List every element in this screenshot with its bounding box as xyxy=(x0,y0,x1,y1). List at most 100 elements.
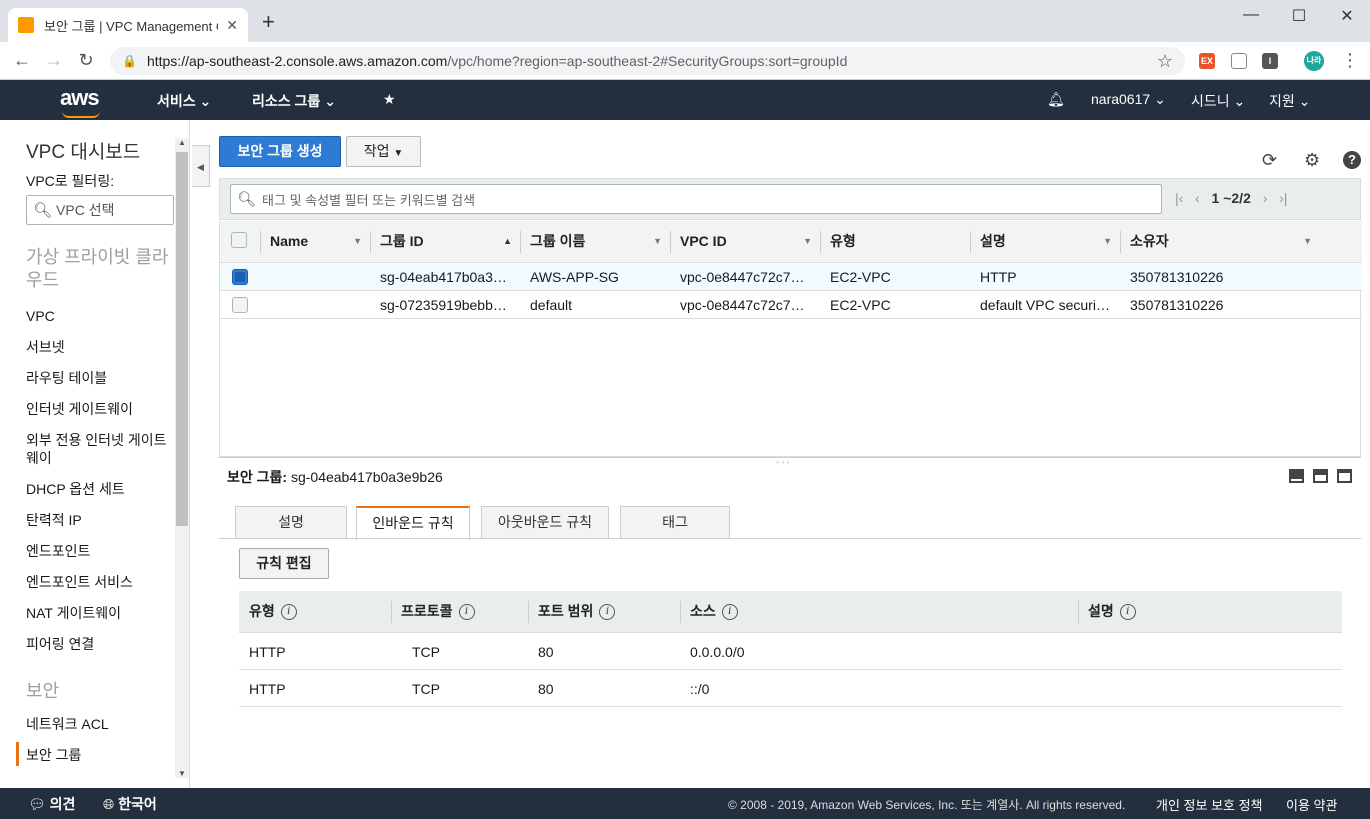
select-all-checkbox[interactable] xyxy=(231,232,247,248)
prev-page-icon[interactable]: ‹ xyxy=(1195,190,1200,206)
table-row[interactable]: sg-07235919bebb0f1a2 default vpc-0e8447c… xyxy=(220,291,1362,319)
row-checkbox[interactable] xyxy=(232,297,248,313)
collapse-sidebar-button[interactable]: ◀ xyxy=(192,145,210,187)
info-icon[interactable]: i xyxy=(721,604,738,621)
scroll-down-icon[interactable]: ▼ xyxy=(178,769,186,778)
edit-rules-button[interactable]: 규칙 편집 xyxy=(239,548,329,579)
new-tab-button[interactable]: + xyxy=(262,11,275,33)
maximize-button[interactable]: ☐ xyxy=(1284,6,1314,26)
extension-i-icon[interactable]: I xyxy=(1262,53,1278,69)
sidebar-item-endpoint-services[interactable]: 엔드포인트 서비스 xyxy=(26,573,171,591)
feedback-link[interactable]: 💬︎ 의견 xyxy=(28,794,75,814)
sidebar-item-security-groups[interactable]: 보안 그룹 xyxy=(26,746,171,764)
vpc-filter-label: VPC로 필터링: xyxy=(26,173,115,189)
window-close-button[interactable]: ✕ xyxy=(1332,6,1362,26)
resize-grip-icon[interactable]: ◦◦◦ xyxy=(776,457,792,467)
col-vpc-id[interactable]: VPC ID ▼ xyxy=(670,221,820,263)
info-icon[interactable]: i xyxy=(1119,604,1136,621)
back-arrow-icon[interactable]: ← xyxy=(10,50,34,71)
bookmark-star-icon[interactable]: ☆ xyxy=(1157,51,1173,72)
tab-outbound-rules[interactable]: 아웃바운드 규칙 xyxy=(481,506,609,539)
col-owner-label: 소유자 xyxy=(1130,233,1169,249)
aws-logo[interactable]: aws xyxy=(60,85,100,118)
tab-tags[interactable]: 태그 xyxy=(620,506,730,539)
browser-tab[interactable]: 보안 그룹 | VPC Management C ✕ xyxy=(8,8,248,42)
tab-description[interactable]: 설명 xyxy=(235,506,347,539)
vpc-dashboard-link[interactable]: VPC 대시보드 xyxy=(26,137,140,164)
sidebar-item-egress-only-gateways[interactable]: 외부 전용 인터넷 게이트웨이 xyxy=(26,431,171,467)
actions-button[interactable]: 작업 ▼ xyxy=(346,136,421,167)
refresh-icon[interactable]: ⟳ xyxy=(1262,150,1277,171)
cell-vpc-id[interactable]: vpc-0e8447c72c7a2d0c1 xyxy=(680,297,805,313)
next-page-icon[interactable]: › xyxy=(1263,190,1268,206)
cell-group-id: sg-04eab417b0a3e9b26 xyxy=(380,269,510,285)
language-label: 한국어 xyxy=(118,796,157,812)
info-icon[interactable]: i xyxy=(280,604,297,621)
search-input[interactable]: 🔍︎ 태그 및 속성별 필터 또는 키워드별 검색 xyxy=(230,184,1162,214)
info-icon[interactable]: i xyxy=(599,604,616,621)
profile-avatar[interactable]: 나라 xyxy=(1304,51,1324,71)
sidebar-item-subnets[interactable]: 서브넷 xyxy=(26,338,171,356)
inbound-rules-table: 유형 i 프로토콜 i 포트 범위 i 소스 i 설명 i HTTP TCP 80 0.0… xyxy=(239,591,1342,707)
sidebar-item-peering[interactable]: 피어링 연결 xyxy=(26,635,171,653)
info-icon[interactable]: i xyxy=(458,604,475,621)
detail-title: 보안 그룹: sg-04eab417b0a3e9b26 xyxy=(227,467,443,487)
bell-icon[interactable]: 🔔︎ xyxy=(1047,91,1065,108)
support-menu[interactable]: 지원 ⌄ xyxy=(1269,91,1310,111)
gear-icon[interactable]: ⚙ xyxy=(1304,150,1320,171)
address-bar-row: ← → ↻ 🔒 https://ap-southeast-2.console.a… xyxy=(0,42,1370,80)
sidebar-item-network-acls[interactable]: 네트워크 ACL xyxy=(26,715,171,733)
col-name[interactable]: Name ▼ xyxy=(260,221,370,263)
first-page-icon[interactable]: |‹ xyxy=(1175,190,1183,206)
create-security-group-button[interactable]: 보안 그룹 생성 xyxy=(219,136,341,167)
view-full-icon[interactable] xyxy=(1337,469,1352,483)
browser-menu-icon[interactable]: ⋮ xyxy=(1338,50,1362,71)
view-bottom-icon[interactable] xyxy=(1289,469,1304,483)
sidebar-item-dhcp-options[interactable]: DHCP 옵션 세트 xyxy=(26,480,171,498)
user-menu[interactable]: nara0617 ⌄ xyxy=(1091,91,1166,108)
col-owner[interactable]: 소유자 ▼ xyxy=(1120,221,1362,263)
sidebar-item-endpoints[interactable]: 엔드포인트 xyxy=(26,542,171,560)
scroll-up-icon[interactable]: ▲ xyxy=(178,138,186,147)
sidebar-scrollbar[interactable]: ▲ ▼ xyxy=(175,138,189,778)
view-split-icon[interactable] xyxy=(1313,469,1328,483)
search-icon: 🔍︎ xyxy=(237,191,257,208)
col-group-id[interactable]: 그룹 ID ▲ xyxy=(370,221,520,263)
tab-inbound-rules[interactable]: 인바운드 규칙 xyxy=(356,506,470,540)
minimize-button[interactable]: — xyxy=(1236,6,1266,24)
privacy-policy-link[interactable]: 개인 정보 보호 정책 xyxy=(1156,795,1263,814)
section-security-title: 보안 xyxy=(26,681,60,701)
detail-group-id: sg-04eab417b0a3e9b26 xyxy=(290,469,443,485)
vpc-filter-select[interactable]: 🔍︎ VPC 선택 xyxy=(26,195,174,225)
search-icon: 🔍︎ xyxy=(33,202,53,219)
table-row[interactable]: sg-04eab417b0a3e9b26 AWS-APP-SG vpc-0e84… xyxy=(220,263,1362,291)
last-page-icon[interactable]: ›| xyxy=(1279,190,1287,206)
sidebar-item-elastic-ips[interactable]: 탄력적 IP xyxy=(26,511,171,529)
terms-link[interactable]: 이용 약관 xyxy=(1286,795,1337,814)
user-name: nara0617 xyxy=(1091,91,1151,107)
col-group-name[interactable]: 그룹 이름 ▼ xyxy=(520,221,670,263)
sidebar-item-nat-gateways[interactable]: NAT 게이트웨이 xyxy=(26,604,171,622)
search-placeholder: 태그 및 속성별 필터 또는 키워드별 검색 xyxy=(262,192,476,208)
scrollbar-thumb[interactable] xyxy=(176,152,188,526)
forward-arrow-icon[interactable]: → xyxy=(42,50,66,71)
cell-vpc-id[interactable]: vpc-0e8447c72c7a2d0c1 xyxy=(680,269,805,285)
sort-icon: ▼ xyxy=(1303,236,1312,246)
services-menu[interactable]: 서비스 ⌄ xyxy=(157,91,211,111)
extension-cast-icon[interactable] xyxy=(1231,53,1247,69)
extension-ex-icon[interactable]: EX xyxy=(1199,53,1215,69)
sidebar-item-vpc[interactable]: VPC xyxy=(26,307,171,325)
help-icon[interactable]: ? xyxy=(1343,151,1361,169)
sidebar-item-internet-gateways[interactable]: 인터넷 게이트웨이 xyxy=(26,400,171,418)
pin-icon[interactable]: ★ xyxy=(383,91,396,108)
region-menu[interactable]: 시드니 ⌄ xyxy=(1191,91,1245,111)
row-checkbox[interactable] xyxy=(232,269,248,285)
resource-groups-menu[interactable]: 리소스 그룹 ⌄ xyxy=(252,91,336,111)
sidebar-item-route-tables[interactable]: 라우팅 테이블 xyxy=(26,369,171,387)
col-description[interactable]: 설명 ▼ xyxy=(970,221,1120,263)
col-type[interactable]: 유형 xyxy=(820,221,970,263)
reload-icon[interactable]: ↻ xyxy=(74,50,98,71)
url-field[interactable]: 🔒 https://ap-southeast-2.console.aws.ama… xyxy=(110,47,1185,75)
tab-close-icon[interactable]: ✕ xyxy=(226,17,238,34)
language-selector[interactable]: 🌐︎ 한국어 xyxy=(103,794,157,814)
